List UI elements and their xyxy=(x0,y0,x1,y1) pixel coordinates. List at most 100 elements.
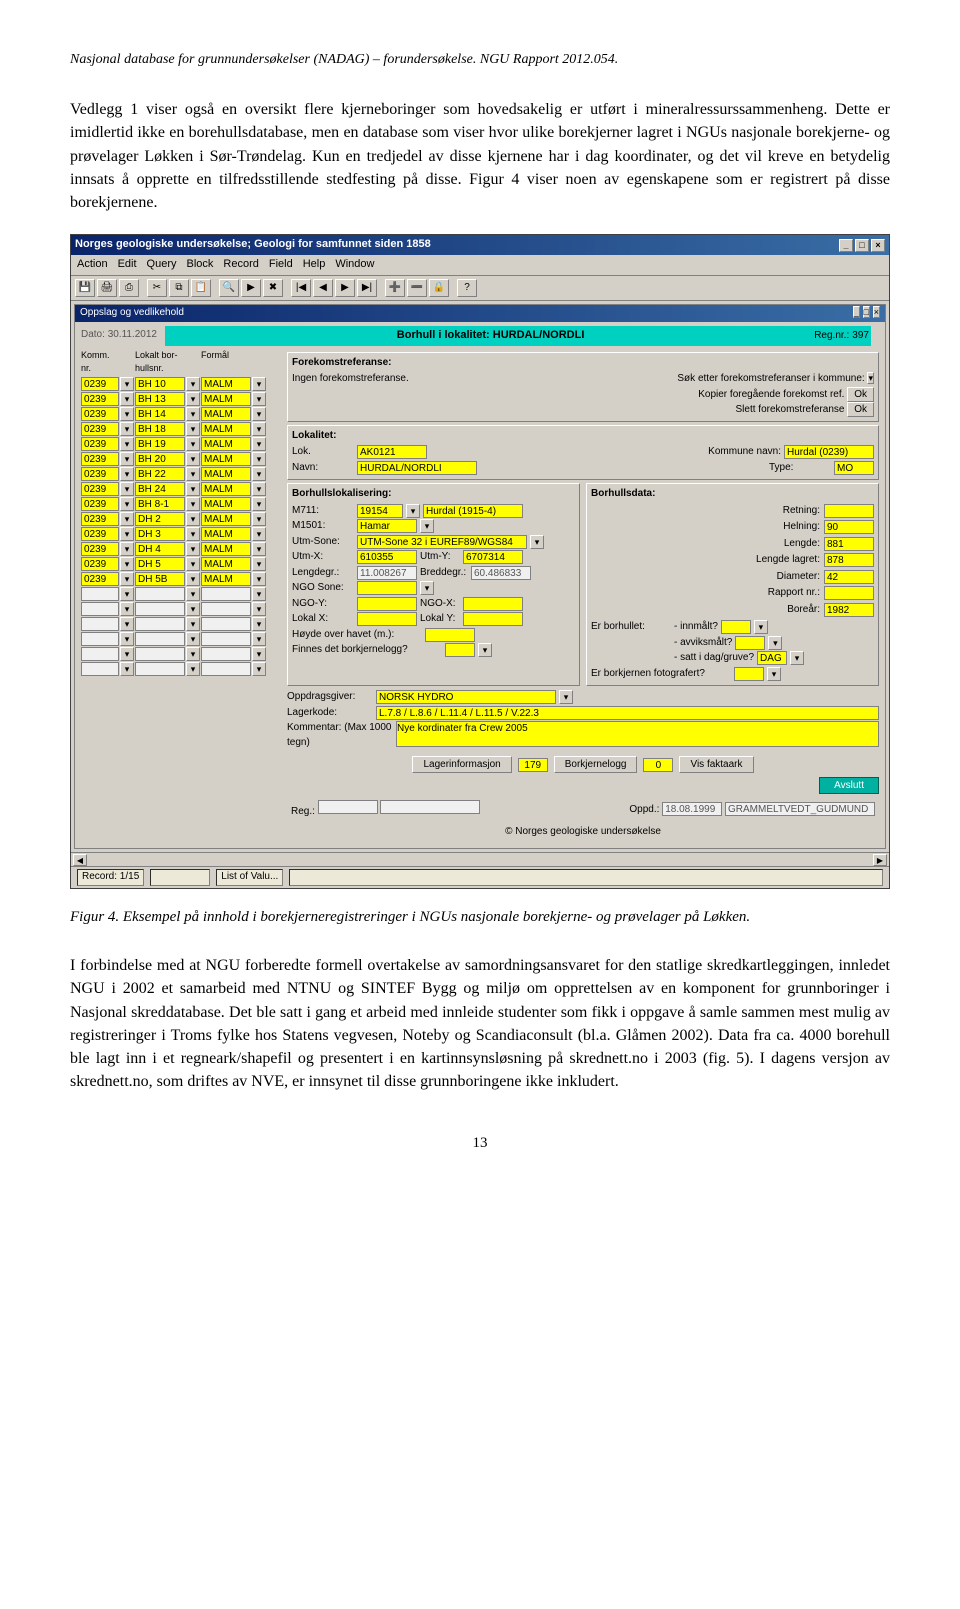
komm-empty[interactable] xyxy=(81,587,119,601)
hull-input[interactable]: BH 22 xyxy=(135,467,185,481)
lok-input[interactable]: AK0121 xyxy=(357,445,427,459)
hull-dropdown-icon[interactable]: ▾ xyxy=(186,437,200,451)
formal-input[interactable]: MALM xyxy=(201,572,251,586)
fotografert-input[interactable] xyxy=(734,667,764,681)
prev-icon[interactable]: ◀ xyxy=(313,279,333,297)
scroll-right-icon[interactable]: ▶ xyxy=(873,854,887,866)
hull-empty[interactable] xyxy=(135,602,185,616)
rapport-input[interactable] xyxy=(824,586,874,600)
formal-dropdown-icon[interactable]: ▾ xyxy=(252,662,266,676)
menu-block[interactable]: Block xyxy=(187,257,214,273)
print-icon[interactable]: 🖨 xyxy=(97,279,117,297)
hull-input[interactable]: DH 5B xyxy=(135,572,185,586)
help-icon[interactable]: ? xyxy=(457,279,477,297)
last-icon[interactable]: ▶| xyxy=(357,279,377,297)
hull-dropdown-icon[interactable]: ▾ xyxy=(186,467,200,481)
komm-dropdown-icon[interactable]: ▾ xyxy=(120,497,134,511)
formal-input[interactable]: MALM xyxy=(201,392,251,406)
save-icon[interactable]: 💾 xyxy=(75,279,95,297)
formal-dropdown-icon[interactable]: ▾ xyxy=(252,437,266,451)
komm-input[interactable]: 0239 xyxy=(81,482,119,496)
m711b-input[interactable]: Hurdal (1915-4) xyxy=(423,504,523,518)
ngosone-input[interactable] xyxy=(357,581,417,595)
hull-dropdown-icon[interactable]: ▾ xyxy=(186,557,200,571)
hull-empty[interactable] xyxy=(135,632,185,646)
formal-input[interactable]: MALM xyxy=(201,377,251,391)
hull-input[interactable]: BH 10 xyxy=(135,377,185,391)
formal-dropdown-icon[interactable]: ▾ xyxy=(252,482,266,496)
delete-icon[interactable]: ➖ xyxy=(407,279,427,297)
finnes-dropdown-icon[interactable]: ▾ xyxy=(478,643,492,657)
ngosone-dropdown-icon[interactable]: ▾ xyxy=(420,581,434,595)
komm-dropdown-icon[interactable]: ▾ xyxy=(120,632,134,646)
utmx-input[interactable]: 610355 xyxy=(357,550,417,564)
hull-empty[interactable] xyxy=(135,617,185,631)
formal-input[interactable]: MALM xyxy=(201,527,251,541)
lokaly-input[interactable] xyxy=(463,612,523,626)
sok-dropdown-icon[interactable]: ▾ xyxy=(867,372,874,384)
komm-empty[interactable] xyxy=(81,662,119,676)
komm-input[interactable]: 0239 xyxy=(81,572,119,586)
m711a-input[interactable]: 19154 xyxy=(357,504,403,518)
lagerkode-input[interactable]: L.7.8 / L.8.6 / L.11.4 / L.11.5 / V.22.3 xyxy=(376,706,879,720)
formal-dropdown-icon[interactable]: ▾ xyxy=(252,452,266,466)
satt-input[interactable]: DAG xyxy=(757,651,787,665)
hoyde-input[interactable] xyxy=(425,628,475,642)
komm-dropdown-icon[interactable]: ▾ xyxy=(120,392,134,406)
formal-dropdown-icon[interactable]: ▾ xyxy=(252,512,266,526)
komm-dropdown-icon[interactable]: ▾ xyxy=(120,407,134,421)
komm-input[interactable]: 0239 xyxy=(81,422,119,436)
komm-dropdown-icon[interactable]: ▾ xyxy=(120,482,134,496)
komm-dropdown-icon[interactable]: ▾ xyxy=(120,437,134,451)
komm-dropdown-icon[interactable]: ▾ xyxy=(120,377,134,391)
komm-dropdown-icon[interactable]: ▾ xyxy=(120,467,134,481)
h-scrollbar[interactable]: ◀ ▶ xyxy=(71,852,889,866)
hull-input[interactable]: BH 24 xyxy=(135,482,185,496)
komm-input[interactable]: 0239 xyxy=(81,437,119,451)
avviks-input[interactable] xyxy=(735,636,765,650)
formal-dropdown-icon[interactable]: ▾ xyxy=(252,497,266,511)
formal-dropdown-icon[interactable]: ▾ xyxy=(252,632,266,646)
query-cancel-icon[interactable]: ✖ xyxy=(263,279,283,297)
inner-max-icon[interactable]: □ xyxy=(863,306,870,318)
formal-dropdown-icon[interactable]: ▾ xyxy=(252,602,266,616)
hull-dropdown-icon[interactable]: ▾ xyxy=(186,647,200,661)
formal-input[interactable]: MALM xyxy=(201,497,251,511)
formal-input[interactable]: MALM xyxy=(201,452,251,466)
query-enter-icon[interactable]: 🔍 xyxy=(219,279,239,297)
formal-dropdown-icon[interactable]: ▾ xyxy=(252,392,266,406)
m711a-dropdown-icon[interactable]: ▾ xyxy=(406,504,420,518)
hull-empty[interactable] xyxy=(135,587,185,601)
lagerinformasjon-button[interactable]: Lagerinformasjon xyxy=(412,756,511,773)
oppdragsgiver-dropdown-icon[interactable]: ▾ xyxy=(559,690,573,704)
hull-input[interactable]: BH 19 xyxy=(135,437,185,451)
lokalx-input[interactable] xyxy=(357,612,417,626)
formal-empty[interactable] xyxy=(201,587,251,601)
hull-dropdown-icon[interactable]: ▾ xyxy=(186,392,200,406)
maximize-icon[interactable]: □ xyxy=(855,239,869,252)
hull-input[interactable]: DH 3 xyxy=(135,527,185,541)
formal-dropdown-icon[interactable]: ▾ xyxy=(252,647,266,661)
komm-dropdown-icon[interactable]: ▾ xyxy=(120,647,134,661)
komm-dropdown-icon[interactable]: ▾ xyxy=(120,527,134,541)
formal-dropdown-icon[interactable]: ▾ xyxy=(252,377,266,391)
paste-icon[interactable]: 📋 xyxy=(191,279,211,297)
insert-icon[interactable]: ➕ xyxy=(385,279,405,297)
innmalt-input[interactable] xyxy=(721,620,751,634)
hull-empty[interactable] xyxy=(135,662,185,676)
komm-input[interactable]: 0239 xyxy=(81,512,119,526)
copy-icon[interactable]: ⧉ xyxy=(169,279,189,297)
hull-dropdown-icon[interactable]: ▾ xyxy=(186,407,200,421)
innmalt-dropdown-icon[interactable]: ▾ xyxy=(754,620,768,634)
hull-dropdown-icon[interactable]: ▾ xyxy=(186,662,200,676)
formal-input[interactable]: MALM xyxy=(201,467,251,481)
cut-icon[interactable]: ✂ xyxy=(147,279,167,297)
komm-input[interactable]: 0239 xyxy=(81,467,119,481)
komm-input[interactable]: 0239 xyxy=(81,377,119,391)
menu-edit[interactable]: Edit xyxy=(118,257,137,273)
utmsone-input[interactable]: UTM-Sone 32 i EUREF89/WGS84 xyxy=(357,535,527,549)
menu-help[interactable]: Help xyxy=(303,257,326,273)
hull-input[interactable]: BH 20 xyxy=(135,452,185,466)
hull-dropdown-icon[interactable]: ▾ xyxy=(186,602,200,616)
formal-dropdown-icon[interactable]: ▾ xyxy=(252,422,266,436)
